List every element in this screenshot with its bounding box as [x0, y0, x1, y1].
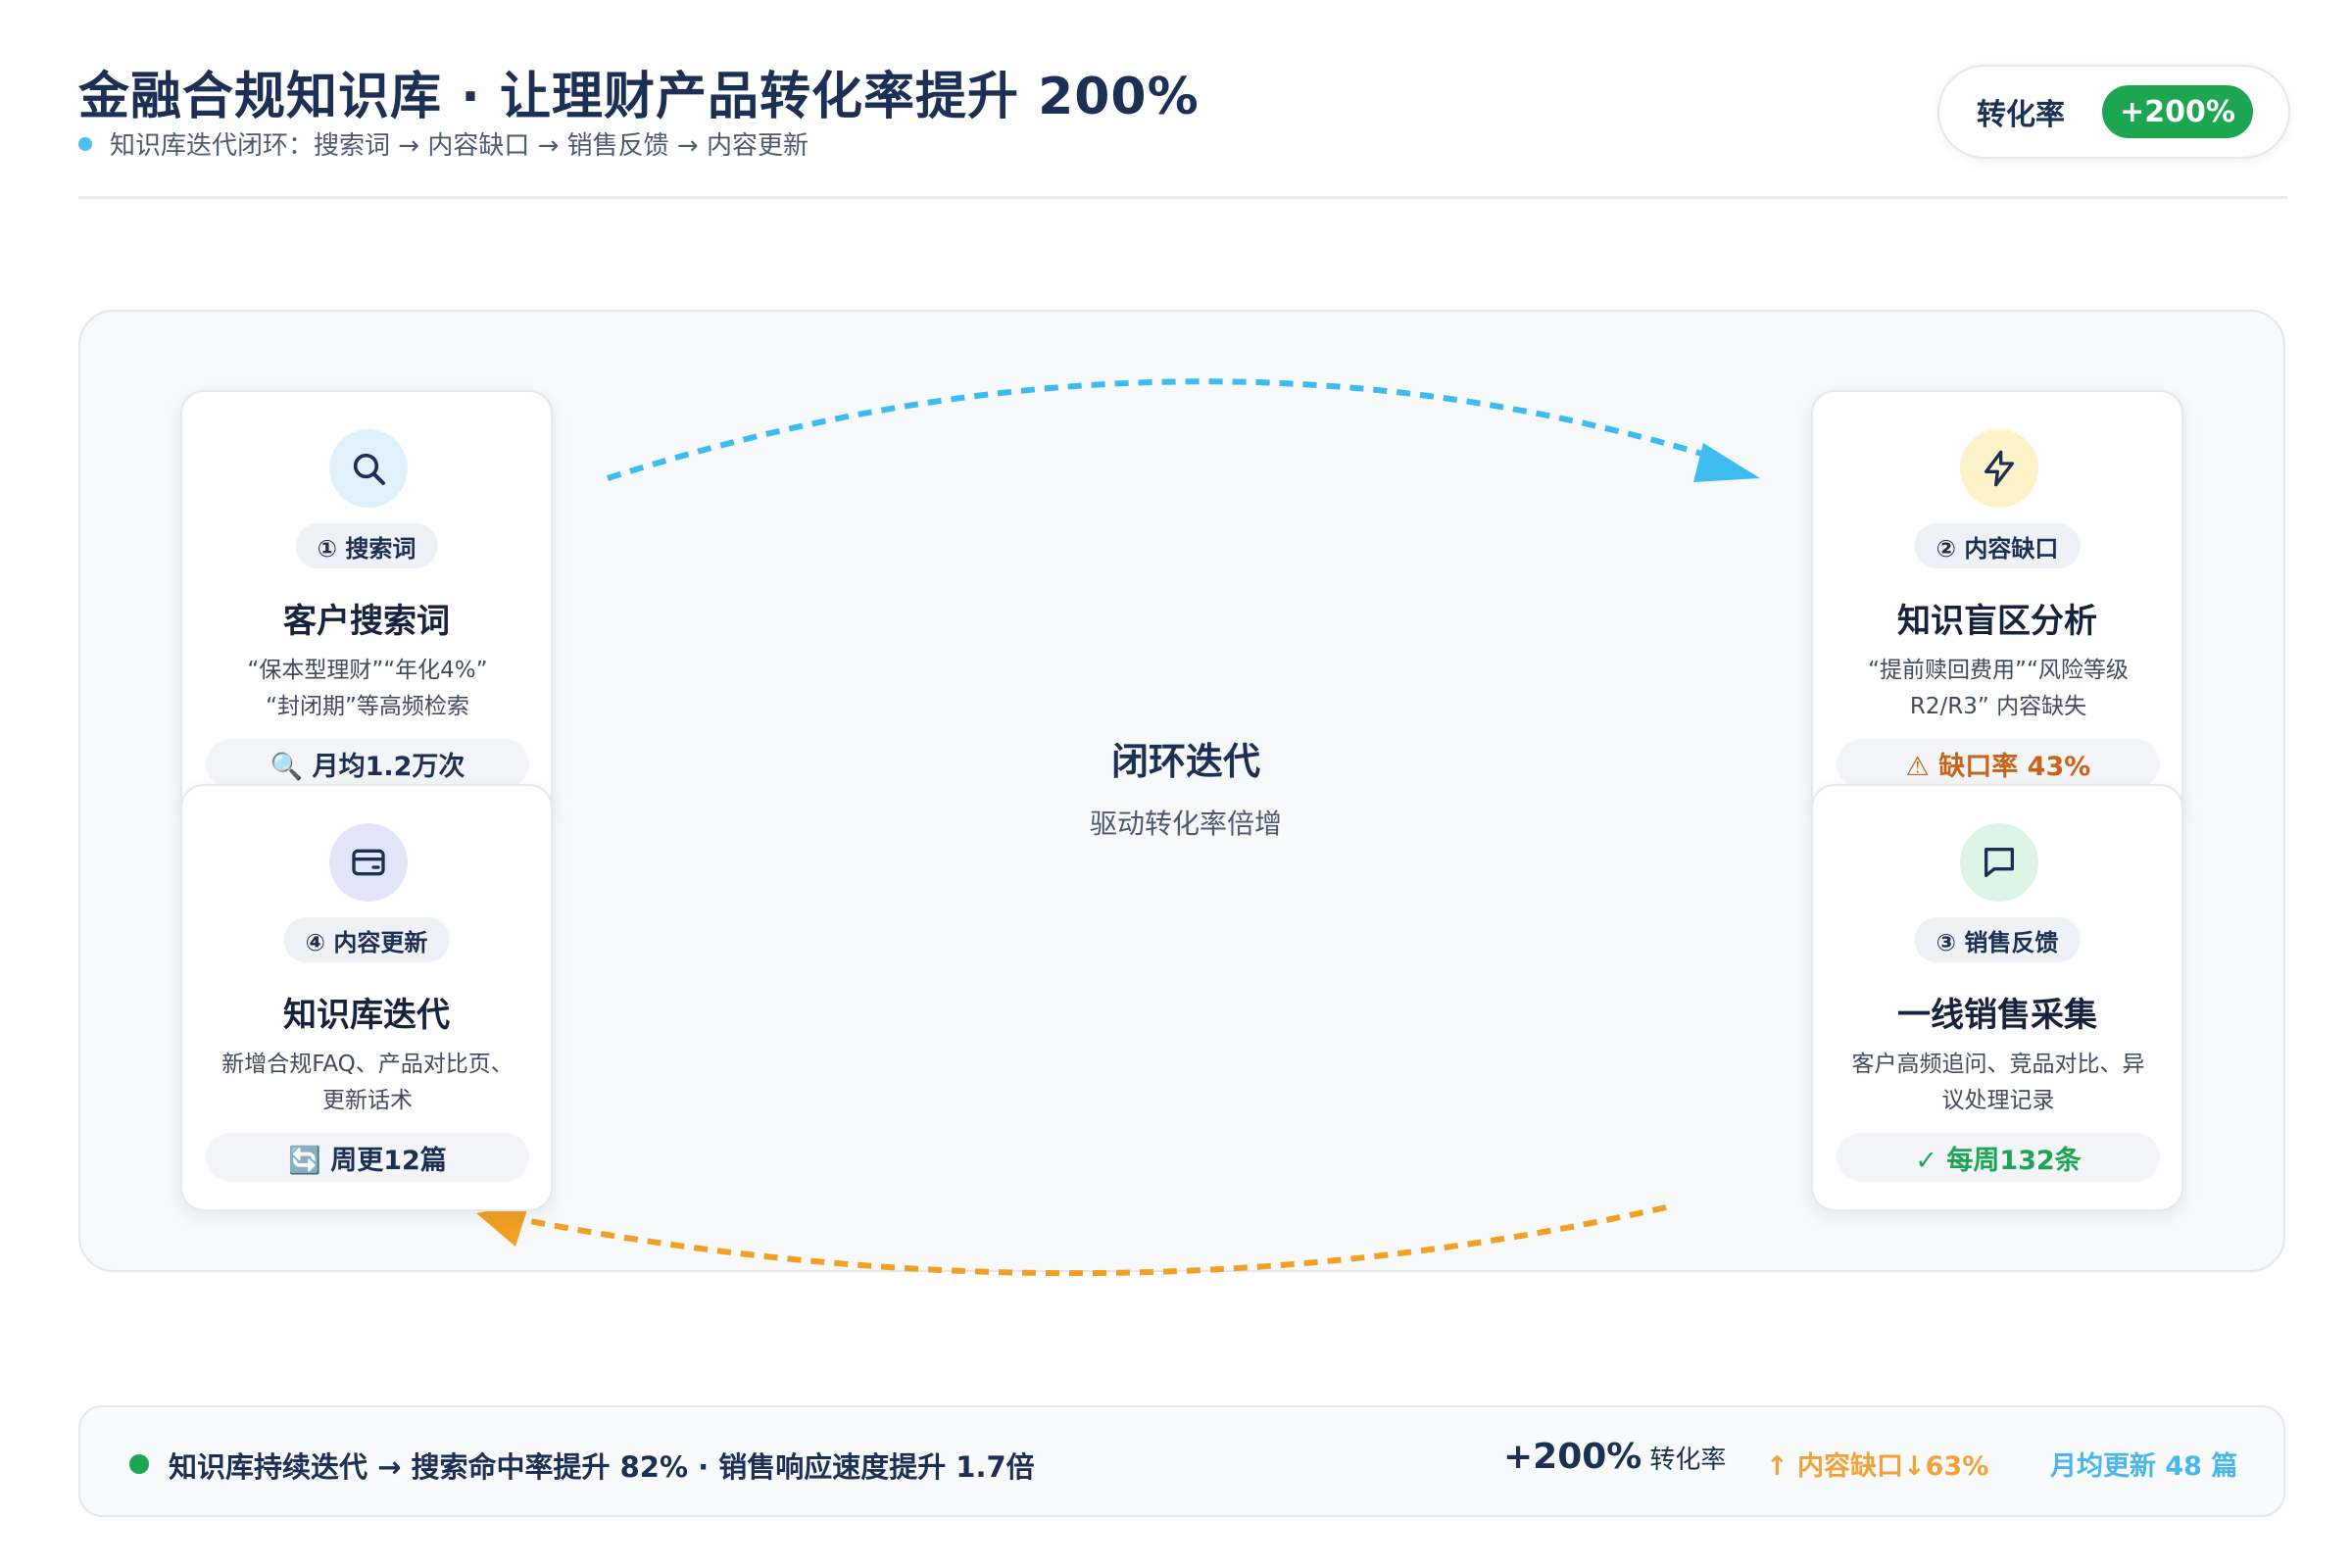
search-icon	[329, 429, 408, 508]
center-subtitle: 驱动转化率倍增	[1089, 808, 1282, 840]
page-subtitle: 知识库迭代闭环：搜索词 → 内容缺口 → 销售反馈 → 内容更新	[78, 125, 808, 162]
page-title: 金融合规知识库 · 让理财产品转化率提升 200%	[78, 68, 1200, 126]
chat-bubble-icon	[1960, 823, 2038, 902]
wallet-icon	[329, 823, 408, 902]
step-tag: ② 内容缺口	[1914, 523, 2081, 568]
step-tag: ③ 销售反馈	[1914, 917, 2081, 962]
metric-label: 转化率	[1977, 98, 2065, 132]
card-content-update: ④ 内容更新 知识库迭代 新增合规FAQ、产品对比页、 更新话术 🔄 周更12篇	[180, 784, 553, 1211]
card-description: 新增合规FAQ、产品对比页、 更新话术	[204, 1047, 531, 1119]
description-line: 新增合规FAQ、产品对比页、	[221, 1052, 514, 1077]
conversion-value: +200%	[1503, 1437, 1642, 1477]
card-badge: 🔍 月均1.2万次	[206, 739, 529, 788]
description-line: “封闭期”等高频检索	[266, 694, 469, 719]
card-title: 知识库迭代	[283, 996, 450, 1035]
description-line: R2/R3” 内容缺失	[1909, 694, 2087, 719]
step-tag: ① 搜索词	[295, 523, 438, 568]
subtitle-text: 知识库迭代闭环：搜索词 → 内容缺口 → 销售反馈 → 内容更新	[110, 131, 808, 161]
card-description: 客户高频追问、竞品对比、异 议处理记录	[1835, 1047, 2162, 1119]
card-content-gap: ② 内容缺口 知识盲区分析 “提前赎回费用”“风险等级 R2/R3” 内容缺失 …	[1811, 390, 2183, 817]
center-title: 闭环迭代	[1110, 740, 1260, 783]
step-tag: ④ 内容更新	[283, 917, 450, 962]
content-gap-stat: ↑ 内容缺口↓63%	[1766, 1451, 1989, 1482]
monthly-update-stat: 月均更新 48 篇	[2050, 1451, 2238, 1482]
conversion-label: 转化率	[1649, 1446, 1727, 1475]
center-label: 闭环迭代 驱动转化率倍增	[980, 731, 1392, 842]
lightning-icon	[1960, 429, 2038, 508]
card-title: 知识盲区分析	[1897, 602, 2097, 641]
card-title: 客户搜索词	[283, 602, 450, 641]
description-line: 客户高频追问、竞品对比、异	[1851, 1052, 2145, 1077]
card-sales-feedback: ③ 销售反馈 一线销售采集 客户高频追问、竞品对比、异 议处理记录 ✓ 每周13…	[1811, 784, 2183, 1211]
description-line: “保本型理财”“年化4%”	[247, 658, 488, 683]
footer-summary-bar: 知识库持续迭代 → 搜索命中率提升 82% · 销售响应速度提升 1.7倍 +2…	[78, 1405, 2285, 1517]
card-description: “保本型理财”“年化4%” “封闭期”等高频检索	[204, 653, 531, 725]
footer-conversion: +200% 转化率	[1503, 1437, 1726, 1477]
description-line: 议处理记录	[1941, 1088, 2055, 1113]
page: 金融合规知识库 · 让理财产品转化率提升 200% 知识库迭代闭环：搜索词 → …	[0, 0, 2352, 1568]
card-search-terms: ① 搜索词 客户搜索词 “保本型理财”“年化4%” “封闭期”等高频检索 🔍 月…	[180, 390, 553, 817]
header-divider	[78, 196, 2287, 199]
description-line: “提前赎回费用”“风险等级	[1868, 658, 2129, 683]
card-title: 一线销售采集	[1897, 996, 2097, 1035]
status-dot	[129, 1454, 149, 1474]
card-badge: ⚠ 缺口率 43%	[1837, 739, 2160, 788]
card-badge: 🔄 周更12篇	[206, 1133, 529, 1182]
subtitle-bullet	[78, 136, 92, 151]
card-description: “提前赎回费用”“风险等级 R2/R3” 内容缺失	[1835, 653, 2162, 725]
metric-value-badge: +200%	[2102, 85, 2253, 138]
footer-summary-text: 知识库持续迭代 → 搜索命中率提升 82% · 销售响应速度提升 1.7倍	[169, 1450, 1035, 1484]
conversion-metric-pill: 转化率 +200%	[1937, 65, 2290, 159]
card-badge: ✓ 每周132条	[1837, 1133, 2160, 1182]
description-line: 更新话术	[322, 1088, 413, 1113]
